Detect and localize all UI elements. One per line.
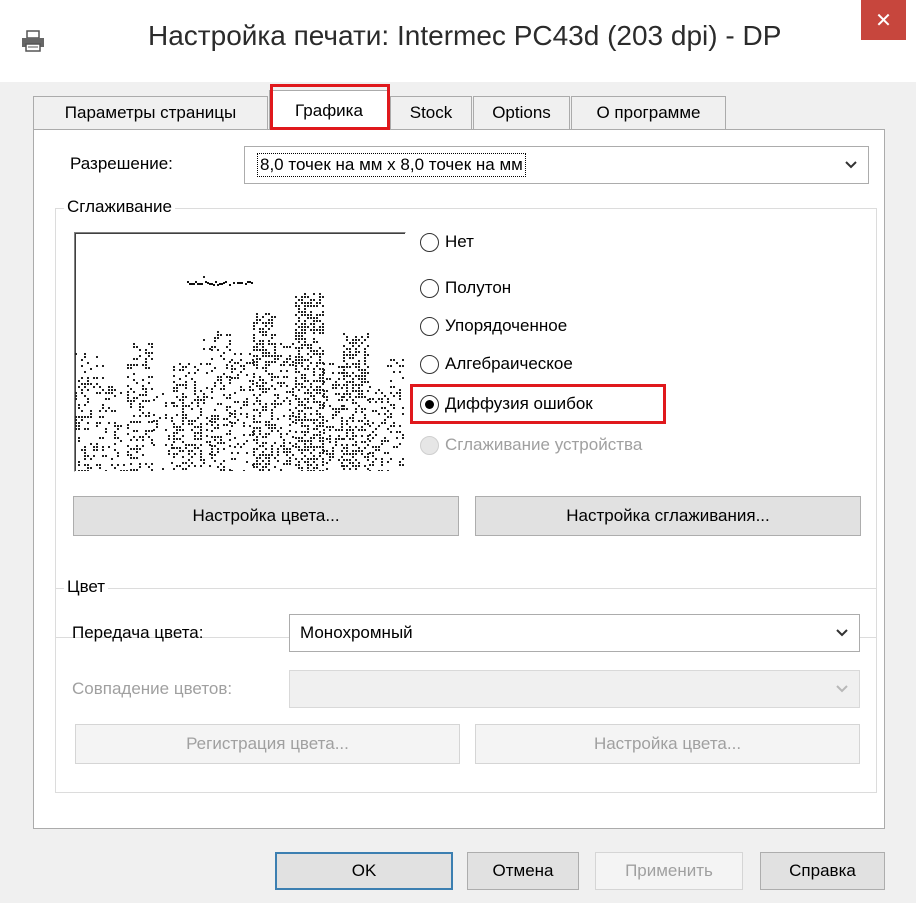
window-title: Настройка печати: Intermec PC43d (203 dp…	[148, 20, 782, 51]
apply-button[interactable]: Применить	[595, 852, 743, 890]
dithering-preview-image	[74, 232, 406, 472]
chevron-down-icon	[835, 679, 849, 699]
resolution-label: Разрешение:	[70, 154, 173, 173]
color-setup-button[interactable]: Настройка цвета...	[73, 496, 459, 536]
radio-circle	[420, 394, 439, 414]
radio-ordered[interactable]: Упорядоченное	[420, 316, 567, 336]
radio-circle	[420, 316, 439, 336]
radio-algebraic[interactable]: Алгебраическое	[420, 354, 573, 374]
cancel-button[interactable]: Отмена	[467, 852, 579, 890]
printer-icon	[20, 30, 46, 52]
radio-label: Алгебраическое	[445, 354, 573, 373]
radio-device-dithering[interactable]: Сглаживание устройства	[420, 435, 642, 455]
button-label: OK	[351, 861, 377, 880]
chevron-down-icon	[835, 623, 849, 643]
button-label: Справка	[789, 861, 856, 880]
tab-page-setup[interactable]: Параметры страницы	[33, 96, 268, 129]
color-transfer-value: Монохромный	[300, 623, 413, 642]
radio-circle	[420, 435, 439, 455]
dither-setup-button[interactable]: Настройка сглаживания...	[475, 496, 861, 536]
radio-selected-dot	[425, 399, 434, 409]
ok-button[interactable]: OK	[275, 852, 453, 890]
tab-label: О программе	[596, 103, 701, 122]
preview-cityscape	[75, 276, 404, 471]
radio-label: Диффузия ошибок	[445, 394, 593, 413]
color-register-button[interactable]: Регистрация цвета...	[75, 724, 460, 764]
radio-label: Сглаживание устройства	[445, 435, 643, 454]
radio-error-diffusion[interactable]: Диффузия ошибок	[420, 394, 593, 414]
radio-label: Нет	[445, 232, 474, 251]
radio-circle	[420, 232, 439, 252]
dithering-group-title: Сглаживание	[64, 197, 175, 217]
tab-about[interactable]: О программе	[571, 96, 726, 129]
button-label: Настройка цвета...	[192, 506, 340, 525]
color-group-title: Цвет	[64, 577, 109, 597]
close-icon: ✕	[875, 9, 892, 32]
tab-stock[interactable]: Stock	[390, 96, 472, 129]
radio-circle	[420, 354, 439, 374]
color-transfer-select[interactable]: Монохромный	[289, 614, 860, 652]
radio-circle	[420, 278, 439, 298]
close-button[interactable]: ✕	[861, 0, 906, 40]
color-match-label: Совпадение цветов:	[72, 679, 233, 698]
button-label: Регистрация цвета...	[186, 734, 349, 753]
radio-halftone[interactable]: Полутон	[420, 278, 511, 298]
resolution-select[interactable]: 8,0 точек на мм x 8,0 точек на мм	[244, 146, 869, 184]
tab-label: Options	[492, 103, 551, 122]
color-setup-disabled-button[interactable]: Настройка цвета...	[475, 724, 860, 764]
radio-label: Упорядоченное	[445, 316, 568, 335]
button-label: Применить	[625, 861, 713, 880]
color-transfer-label: Передача цвета:	[72, 623, 204, 642]
chevron-down-icon	[844, 155, 858, 175]
resolution-value: 8,0 точек на мм x 8,0 точек на мм	[257, 153, 526, 177]
radio-label: Полутон	[445, 278, 512, 297]
color-match-select[interactable]	[289, 670, 860, 708]
button-label: Настройка цвета...	[593, 734, 742, 753]
dialog-client-area: Параметры страницы Графика Stock Options…	[0, 82, 916, 903]
title-bar[interactable]: Настройка печати: Intermec PC43d (203 dp…	[0, 0, 916, 82]
tab-label: Stock	[409, 103, 453, 122]
help-button[interactable]: Справка	[760, 852, 885, 890]
tab-label: Графика	[295, 100, 363, 120]
print-settings-dialog: Настройка печати: Intermec PC43d (203 dp…	[0, 0, 916, 903]
button-label: Настройка сглаживания...	[566, 506, 770, 525]
tab-label: Параметры страницы	[64, 103, 237, 122]
tab-graphics[interactable]: Графика	[269, 90, 389, 130]
button-label: Отмена	[492, 861, 554, 880]
tab-options[interactable]: Options	[473, 96, 570, 129]
radio-none[interactable]: Нет	[420, 232, 474, 252]
